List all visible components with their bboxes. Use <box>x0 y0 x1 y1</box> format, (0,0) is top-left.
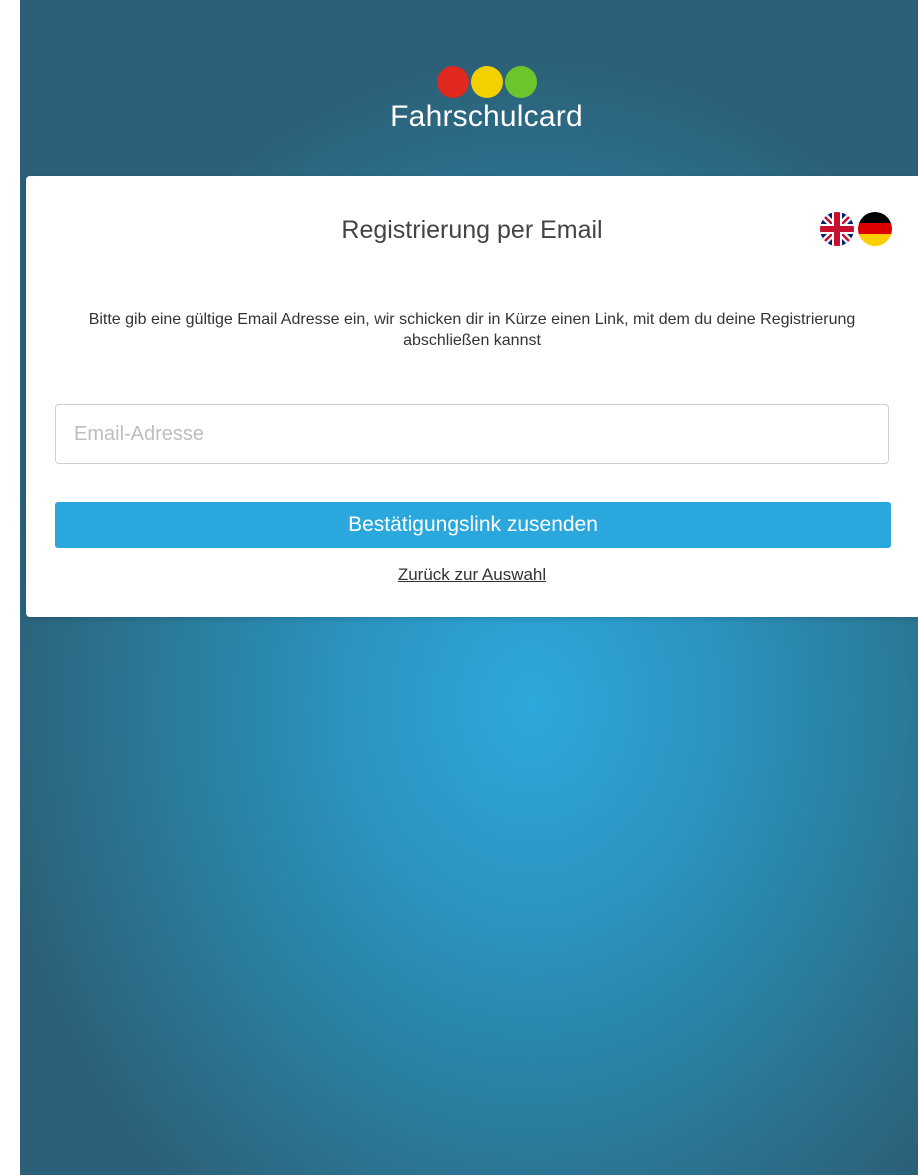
registration-card: Registrierung per Email Bitte gib eine g… <box>26 176 918 617</box>
language-switcher <box>820 212 892 246</box>
page-background: Fahrschulcard Registrierung per Email Bi… <box>20 0 918 1175</box>
logo-dots <box>55 66 918 100</box>
instruction-text: Bitte gib eine gültige Email Adresse ein… <box>88 311 856 349</box>
back-to-selection-link[interactable]: Zurück zur Auswahl <box>26 565 918 585</box>
brand-name: Fahrschulcard <box>390 100 583 133</box>
uk-flag-icon[interactable] <box>820 212 854 246</box>
green-dot-icon <box>504 66 537 98</box>
brand-logo: Fahrschulcard <box>20 66 918 134</box>
card-title: Registrierung per Email <box>341 216 603 244</box>
yellow-dot-icon <box>470 66 503 98</box>
german-flag-icon[interactable] <box>858 212 892 246</box>
red-dot-icon <box>436 66 469 98</box>
email-input[interactable] <box>55 404 889 464</box>
send-confirmation-link-button[interactable]: Bestätigungslink zusenden <box>55 502 891 548</box>
